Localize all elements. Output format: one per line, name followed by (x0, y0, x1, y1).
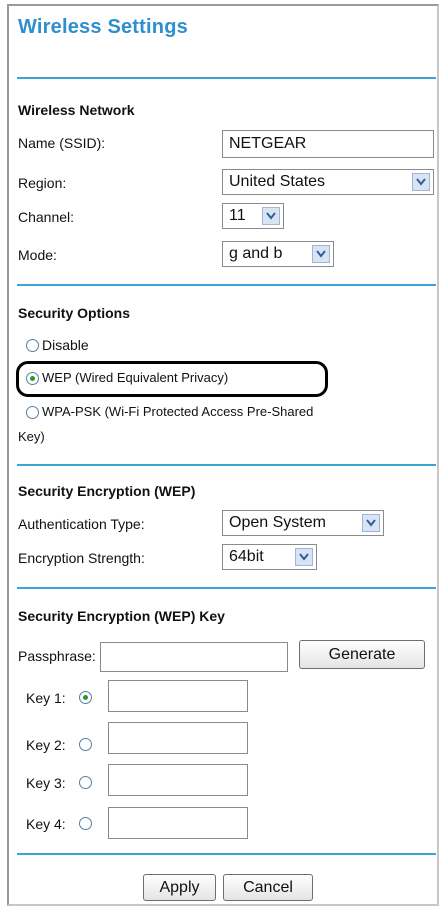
encryption-strength-label: Encryption Strength: (18, 550, 145, 566)
passphrase-label: Passphrase: (18, 648, 96, 664)
divider (17, 284, 436, 286)
wep-highlight-outline (16, 361, 328, 397)
wep-key-heading: Security Encryption (WEP) Key (18, 608, 225, 624)
region-label: Region: (18, 175, 67, 191)
channel-label: Channel: (18, 209, 75, 225)
wpa-psk-label: WPA-PSK (Wi-Fi Protected Access Pre-Shar… (42, 404, 314, 419)
mode-value: g and b (229, 245, 283, 262)
channel-select[interactable]: 11 (222, 203, 284, 229)
wpa-psk-radio[interactable] (26, 406, 39, 419)
security-options-heading: Security Options (18, 305, 131, 321)
disable-radio[interactable] (26, 339, 39, 352)
key1-input[interactable] (108, 680, 248, 712)
key3-input[interactable] (108, 764, 248, 796)
divider (17, 77, 436, 79)
cancel-button[interactable]: Cancel (223, 874, 313, 901)
mode-select[interactable]: g and b (222, 241, 334, 267)
key4-label: Key 4: (26, 816, 66, 832)
key1-label: Key 1: (26, 690, 66, 706)
key4-radio[interactable] (79, 817, 92, 830)
chevron-down-icon[interactable] (412, 173, 430, 191)
encryption-strength-select[interactable]: 64bit (222, 544, 317, 570)
key4-input[interactable] (108, 807, 248, 839)
divider (17, 853, 436, 855)
generate-button[interactable]: Generate (299, 640, 425, 669)
key3-radio[interactable] (79, 776, 92, 789)
ssid-input[interactable] (222, 130, 434, 158)
ssid-label: Name (SSID): (18, 135, 106, 151)
auth-type-label: Authentication Type: (18, 516, 145, 532)
page-title: Wireless Settings (18, 16, 188, 38)
divider (17, 587, 436, 589)
key3-label: Key 3: (26, 775, 66, 791)
region-value: United States (229, 173, 326, 190)
divider (17, 464, 436, 466)
key1-radio[interactable] (79, 691, 92, 704)
encryption-strength-value: 64bit (229, 548, 264, 565)
wireless-network-heading: Wireless Network (18, 102, 135, 118)
chevron-down-icon[interactable] (262, 207, 280, 225)
chevron-down-icon[interactable] (362, 514, 380, 532)
mode-label: Mode: (18, 247, 57, 263)
auth-type-select[interactable]: Open System (222, 510, 384, 536)
auth-type-value: Open System (229, 514, 326, 531)
key2-input[interactable] (108, 722, 248, 754)
encryption-heading: Security Encryption (WEP) (18, 483, 196, 499)
passphrase-input[interactable] (100, 642, 288, 672)
chevron-down-icon[interactable] (295, 548, 313, 566)
channel-value: 11 (229, 207, 246, 224)
region-select[interactable]: United States (222, 169, 434, 195)
chevron-down-icon[interactable] (312, 245, 330, 263)
key2-radio[interactable] (79, 738, 92, 751)
apply-button[interactable]: Apply (143, 874, 216, 901)
wpa-psk-label-cont: Key) (18, 429, 45, 444)
key2-label: Key 2: (26, 737, 66, 753)
disable-label: Disable (42, 337, 89, 353)
